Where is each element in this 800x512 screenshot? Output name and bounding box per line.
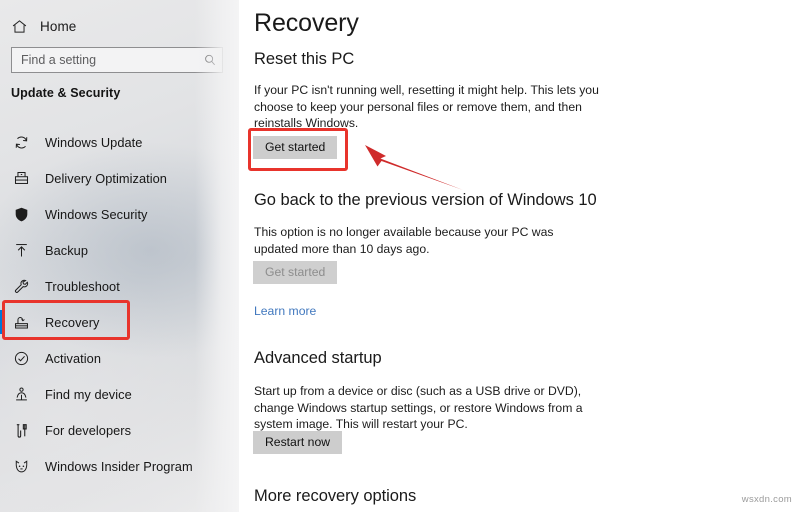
delivery-box-icon — [12, 169, 31, 188]
insider-icon — [12, 457, 31, 476]
check-circle-icon — [12, 349, 31, 368]
wrench-icon — [12, 277, 31, 296]
sidebar-item-windows-security[interactable]: Windows Security — [0, 196, 239, 232]
sidebar-item-label: For developers — [45, 422, 132, 438]
go-back-get-started-button: Get started — [253, 261, 338, 284]
navigation-sidebar: Home Update & Security — [0, 0, 239, 512]
learn-more-link[interactable]: Learn more — [254, 304, 316, 318]
find-device-icon — [12, 385, 31, 404]
refresh-icon — [12, 133, 31, 152]
sidebar-item-recovery[interactable]: Recovery — [0, 304, 239, 340]
sidebar-item-label: Windows Update — [45, 134, 143, 150]
section-heading-go-back: Go back to the previous version of Windo… — [254, 191, 597, 209]
sidebar-home-label: Home — [40, 18, 77, 34]
sidebar-item-label: Activation — [45, 350, 101, 366]
sidebar-item-troubleshoot[interactable]: Troubleshoot — [0, 268, 239, 304]
sidebar-item-label: Backup — [45, 242, 88, 258]
section-body-reset-this-pc: If your PC isn't running well, resetting… — [254, 83, 599, 130]
upload-arrow-icon — [12, 241, 31, 260]
developer-tools-icon — [12, 421, 31, 440]
sidebar-item-label: Windows Insider Program — [45, 458, 193, 474]
sidebar-item-home[interactable]: Home — [10, 12, 160, 40]
sidebar-item-for-developers[interactable]: For developers — [0, 412, 239, 448]
section-body-advanced-startup: Start up from a device or disc (such as … — [254, 384, 583, 431]
sidebar-item-label: Delivery Optimization — [45, 170, 167, 186]
sidebar-item-activation[interactable]: Activation — [0, 340, 239, 376]
sidebar-item-label: Recovery — [45, 314, 100, 330]
sidebar-item-delivery-optimization[interactable]: Delivery Optimization — [0, 160, 239, 196]
settings-window: Home Update & Security — [0, 0, 800, 512]
search-input[interactable] — [12, 53, 198, 67]
sidebar-item-windows-update[interactable]: Windows Update — [0, 124, 239, 160]
search-input-wrapper[interactable] — [11, 47, 223, 73]
section-heading-reset-this-pc: Reset this PC — [254, 50, 355, 68]
search-icon[interactable] — [198, 48, 222, 72]
section-heading-more-recovery-options: More recovery options — [254, 487, 417, 505]
sidebar-item-label: Troubleshoot — [45, 278, 120, 294]
sidebar-group-title: Update & Security — [11, 86, 121, 100]
section-heading-advanced-startup: Advanced startup — [254, 349, 382, 367]
sidebar-item-label: Find my device — [45, 386, 132, 402]
home-icon — [10, 17, 28, 35]
sidebar-item-windows-insider-program[interactable]: Windows Insider Program — [0, 448, 239, 484]
sidebar-nav-list: Windows Update Delivery Optimization Win… — [0, 124, 239, 484]
restart-now-button[interactable]: Restart now — [253, 431, 343, 454]
page-title: Recovery — [254, 9, 359, 37]
recovery-icon — [12, 313, 31, 332]
main-content: Recovery Reset this PC If your PC isn't … — [240, 0, 800, 512]
sidebar-item-backup[interactable]: Backup — [0, 232, 239, 268]
shield-icon — [12, 205, 31, 224]
sidebar-item-find-my-device[interactable]: Find my device — [0, 376, 239, 412]
sidebar-item-label: Windows Security — [45, 206, 148, 222]
reset-pc-get-started-button[interactable]: Get started — [253, 136, 338, 159]
watermark: wsxdn.com — [741, 494, 792, 505]
section-body-go-back: This option is no longer available becau… — [254, 225, 554, 256]
